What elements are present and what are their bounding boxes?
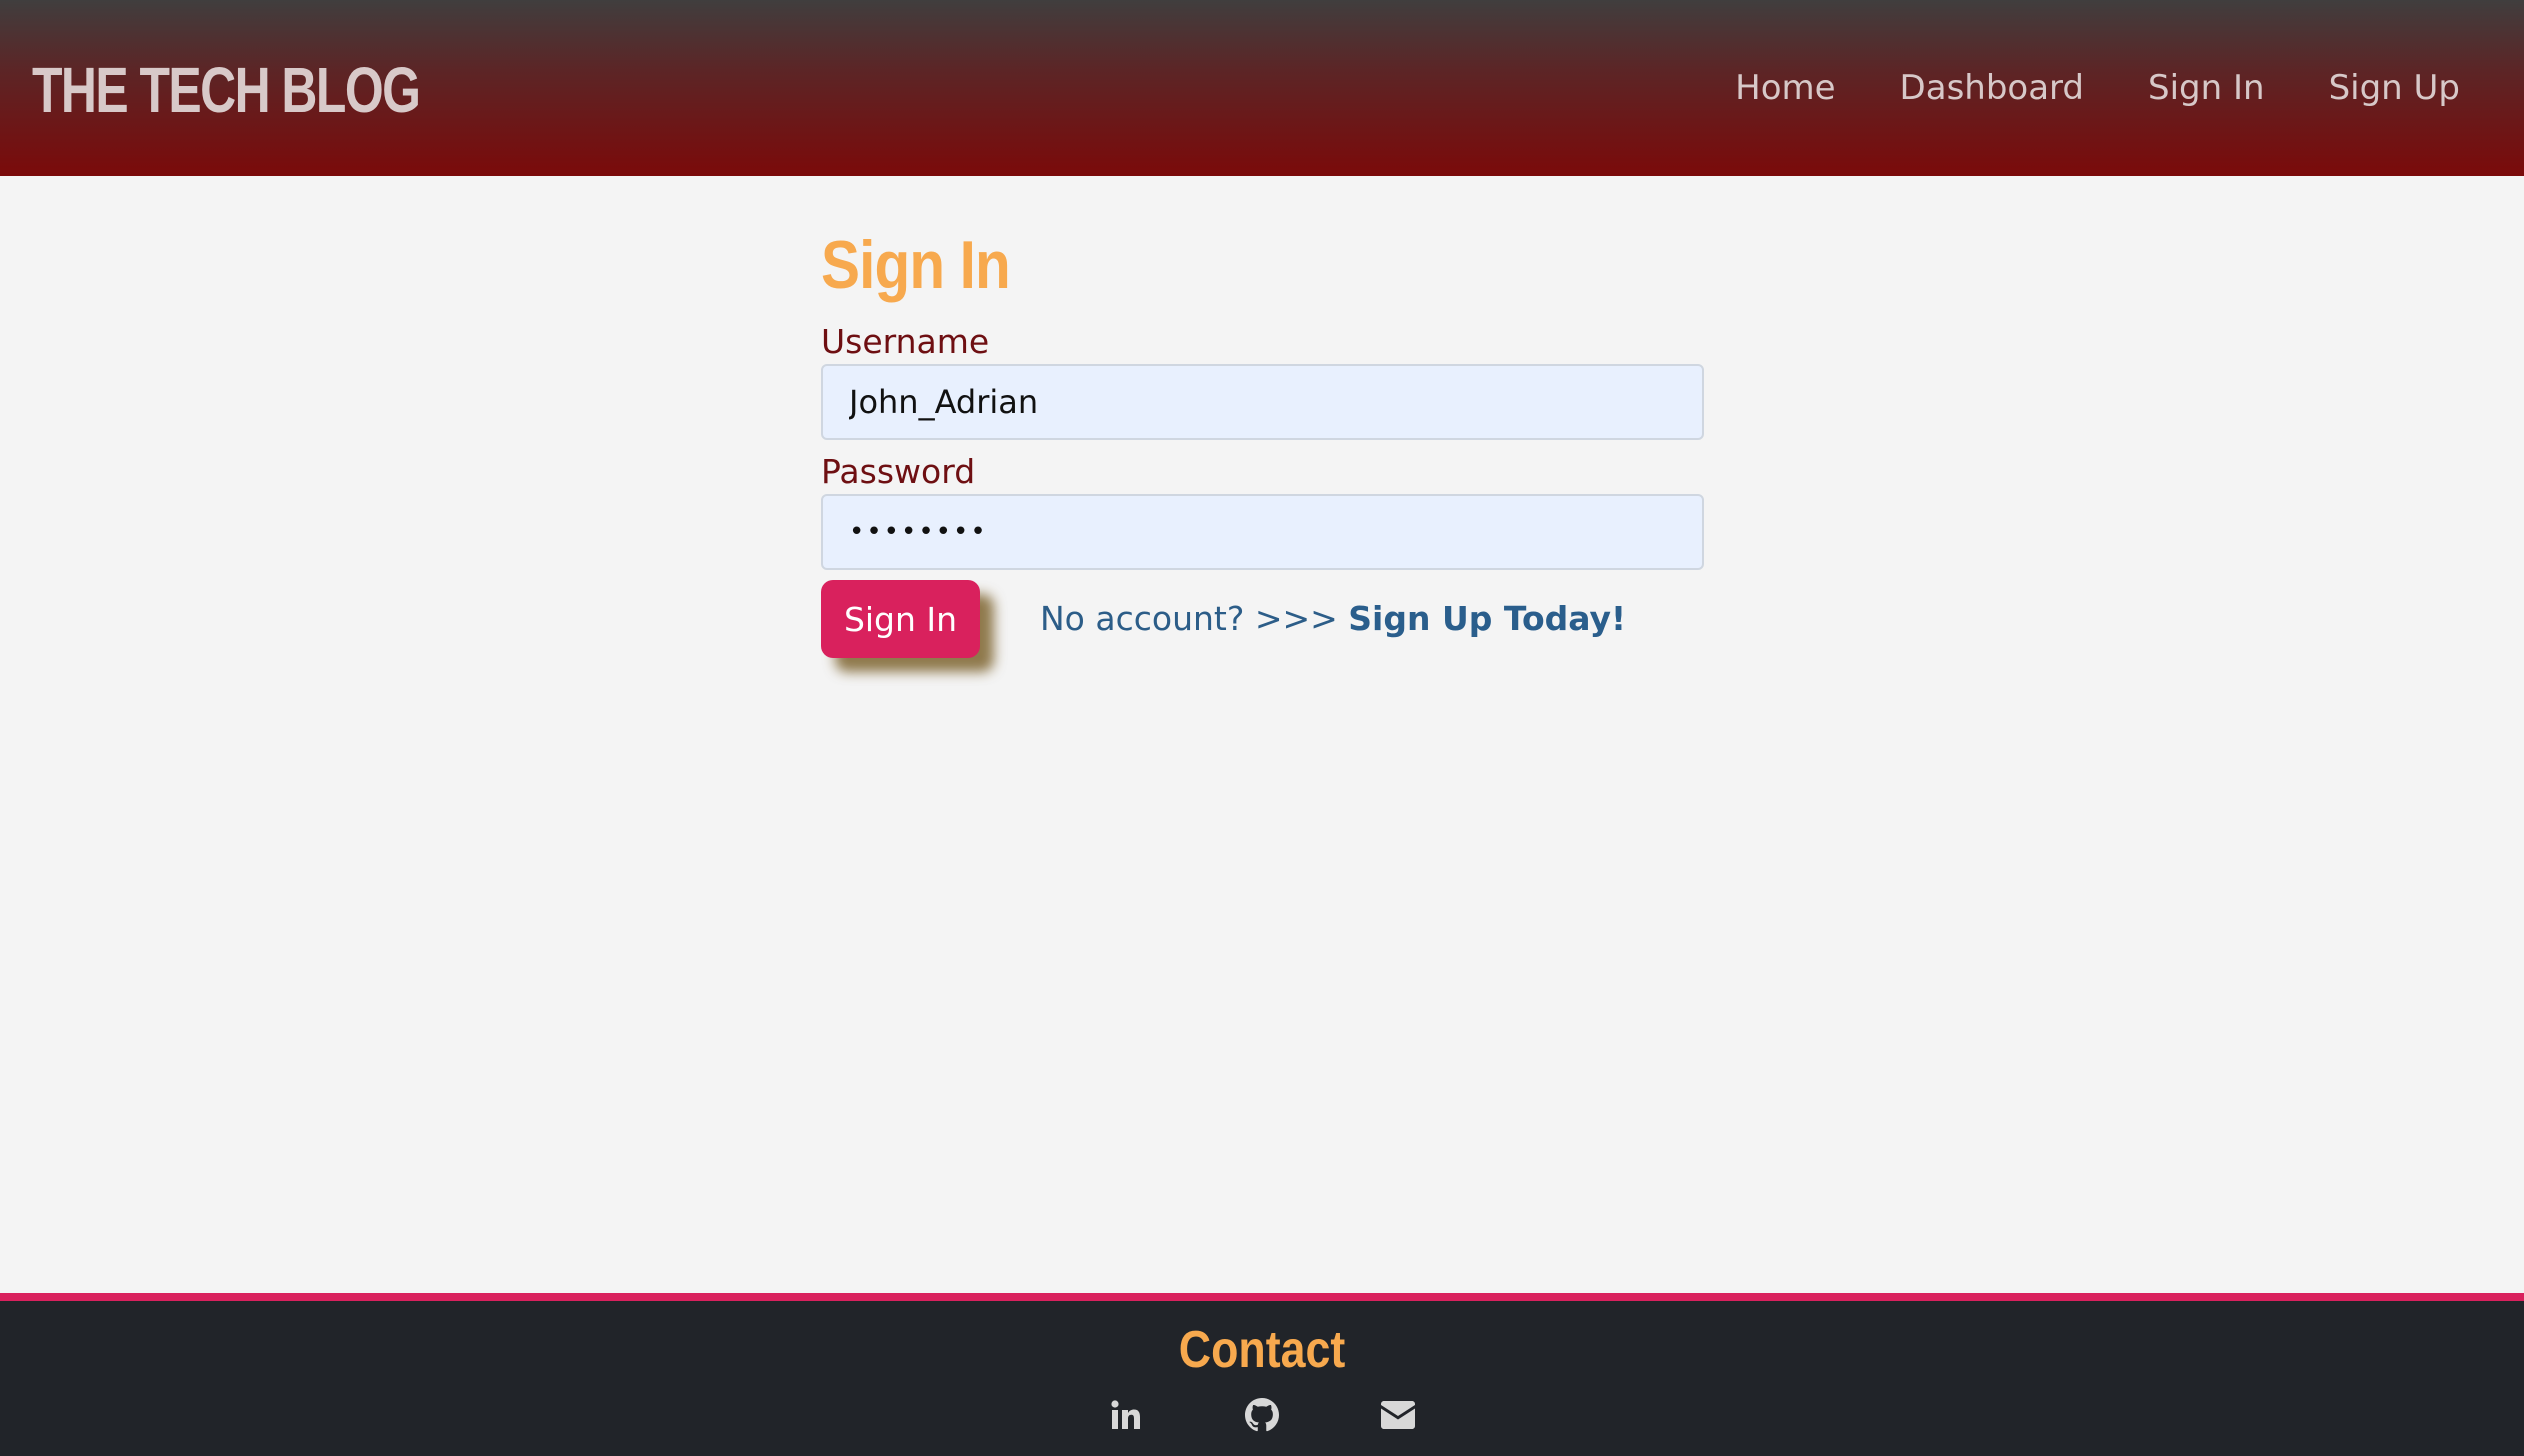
nav-home-link[interactable]: Home: [1735, 68, 1835, 108]
nav-dashboard-link[interactable]: Dashboard: [1900, 68, 2084, 108]
brand-logo[interactable]: THE TECH BLOG: [32, 42, 421, 138]
site-header: THE TECH BLOG Home Dashboard Sign In Sig…: [0, 0, 2524, 176]
github-icon[interactable]: [1244, 1397, 1280, 1433]
username-label: Username: [821, 322, 990, 361]
footer-social-links: [0, 1397, 2524, 1433]
nav-signin-link[interactable]: Sign In: [2148, 68, 2265, 108]
site-footer: Contact: [0, 1293, 2524, 1456]
linkedin-icon[interactable]: [1108, 1397, 1144, 1433]
no-account-prompt: No account? >>> Sign Up Today!: [1040, 594, 1626, 644]
main-nav: Home Dashboard Sign In Sign Up: [1735, 58, 2460, 118]
footer-title: Contact: [1178, 1321, 1346, 1379]
password-label: Password: [821, 452, 976, 491]
signin-button[interactable]: Sign In: [821, 580, 980, 658]
username-input[interactable]: [821, 364, 1704, 440]
nav-signup-link[interactable]: Sign Up: [2329, 68, 2460, 108]
envelope-icon[interactable]: [1380, 1397, 1416, 1433]
no-account-text: No account? >>>: [1040, 599, 1349, 638]
page-title: Sign In: [821, 227, 1011, 303]
password-input[interactable]: [821, 494, 1704, 570]
signup-today-link[interactable]: Sign Up Today!: [1348, 599, 1626, 638]
form-actions: Sign In No account? >>> Sign Up Today!: [821, 580, 1704, 660]
signin-form: Sign In Username Password Sign In No acc…: [821, 210, 1704, 660]
